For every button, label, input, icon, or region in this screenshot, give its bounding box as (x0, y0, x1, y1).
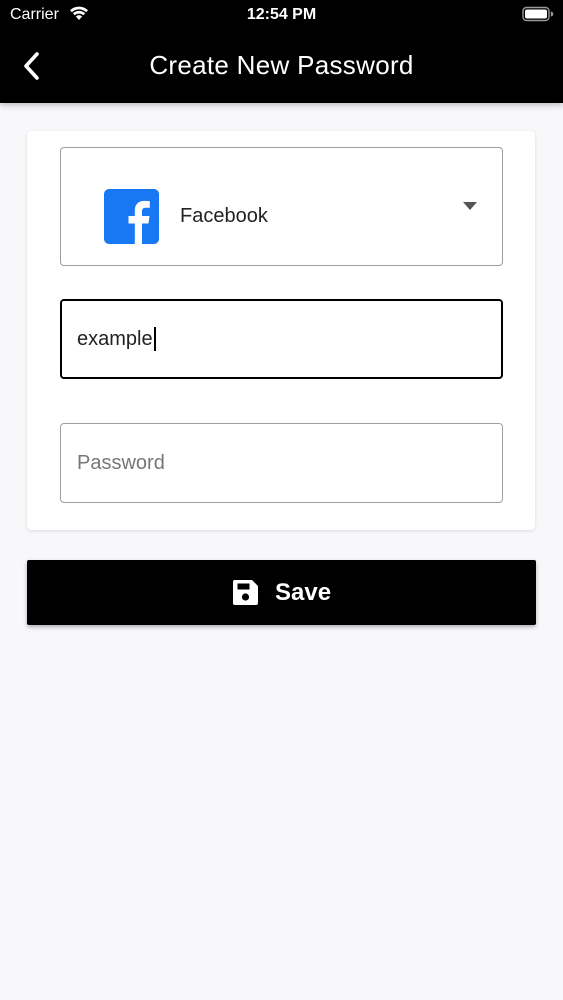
password-input[interactable]: Password (60, 423, 503, 503)
username-input[interactable]: example (60, 299, 503, 379)
platform-select[interactable]: Facebook (60, 147, 503, 266)
app-header: Carrier 12:54 PM Create New Password (0, 0, 563, 103)
save-button-label: Save (275, 579, 332, 606)
battery-icon (522, 6, 554, 22)
password-placeholder: Password (77, 452, 165, 474)
facebook-icon (104, 189, 159, 244)
floppy-disk-icon (232, 580, 258, 605)
page-title: Create New Password (149, 50, 414, 80)
platform-select-value: Facebook (180, 205, 268, 227)
username-input-value: example (77, 327, 156, 351)
password-form-card: Facebook example Password (27, 131, 535, 530)
create-password-screen: Carrier 12:54 PM Create New Password Fac… (0, 0, 563, 1000)
save-button[interactable]: Save (27, 560, 536, 625)
caret-down-icon (463, 202, 477, 210)
status-time: 12:54 PM (246, 6, 317, 23)
